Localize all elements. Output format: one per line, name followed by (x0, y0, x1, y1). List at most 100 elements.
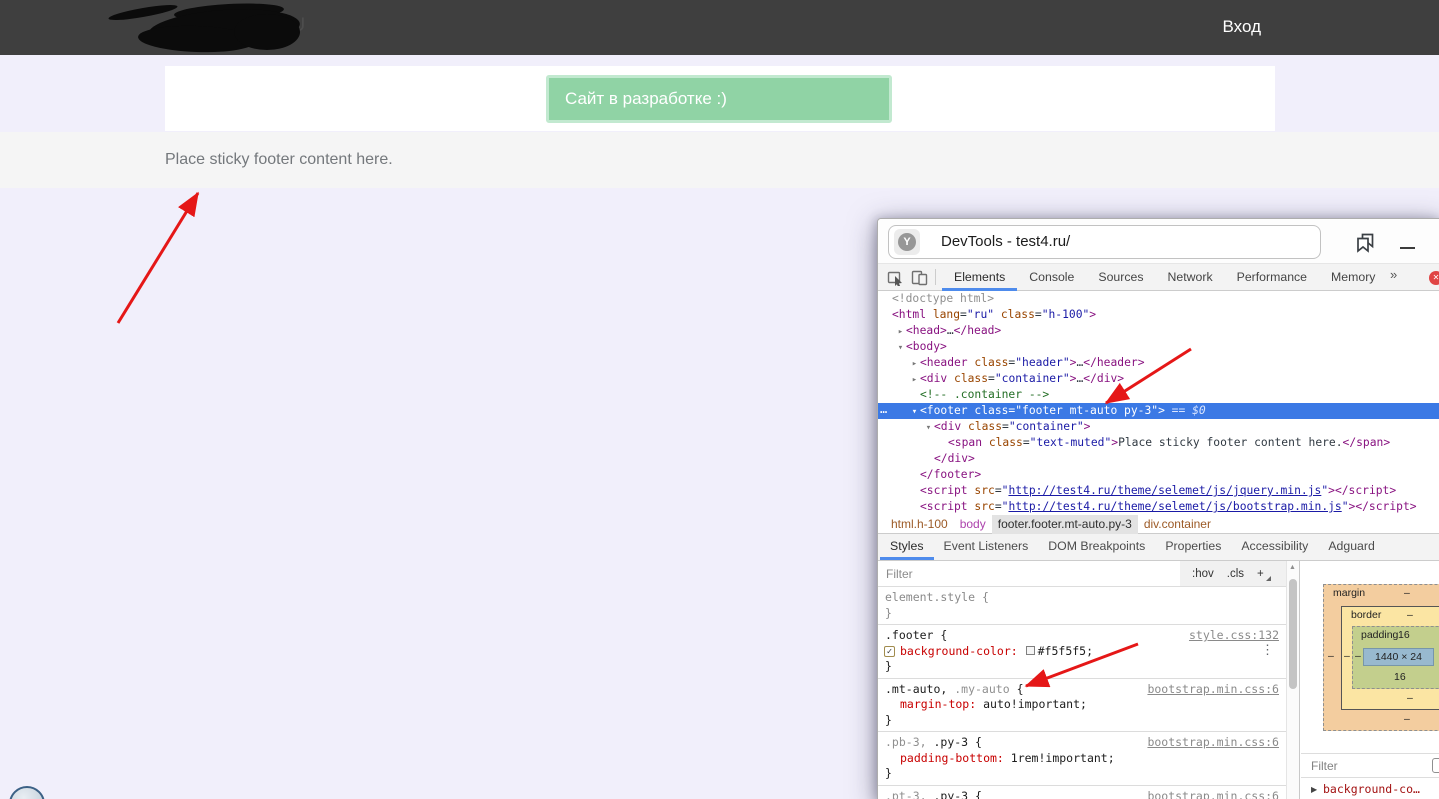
inspect-element-icon[interactable] (887, 269, 904, 286)
dom-tree-row[interactable]: …▾<footer class="footer mt-auto py-3"> =… (878, 403, 1439, 419)
property-name: margin-top: (900, 697, 983, 711)
box-model-content[interactable]: 1440 × 24 (1363, 648, 1434, 666)
sidebar-tab-event-listeners[interactable]: Event Listeners (934, 534, 1039, 560)
login-link[interactable]: Вход (1223, 17, 1261, 37)
code-link[interactable]: http://test4.ru/theme/selemet/js/jquery.… (1008, 484, 1321, 497)
open-brace: { (975, 735, 982, 749)
computed-checkbox[interactable] (1432, 758, 1439, 773)
color-swatch[interactable] (1026, 646, 1035, 655)
padding-bottom-value: 16 (1394, 671, 1406, 683)
code-attr: class (961, 420, 1002, 433)
error-count-badge[interactable]: ✕ (1429, 271, 1439, 285)
sidebar-tab-accessibility[interactable]: Accessibility (1231, 534, 1318, 560)
tab-network[interactable]: Network (1156, 264, 1225, 291)
code-tag: > (1089, 308, 1096, 321)
code-tag: <script (920, 500, 968, 513)
style-property[interactable]: ✓background-color: #f5f5f5; (878, 644, 1287, 660)
device-toolbar-icon[interactable] (911, 269, 928, 286)
rule-menu-icon[interactable]: ⋮ (1261, 645, 1274, 657)
property-value: auto!important; (983, 697, 1087, 711)
code-tag: </span> (1343, 436, 1391, 449)
bookmark-flag-icon[interactable] (1354, 231, 1377, 254)
dom-tree-row[interactable]: </footer> (878, 467, 1439, 483)
styles-toggle-cls[interactable]: .cls (1227, 568, 1244, 580)
dom-tree-row[interactable]: <script src="http://test4.ru/theme/selem… (878, 483, 1439, 499)
dom-tree-row[interactable]: ▾<body> (878, 339, 1439, 355)
dom-tree-row[interactable]: <script src="http://test4.ru/theme/selem… (878, 499, 1439, 515)
code-tag: <footer (920, 404, 968, 417)
stylesheet-link[interactable]: bootstrap.min.css:6 (1147, 735, 1279, 751)
dom-tree-row[interactable]: ▸<header class="header">…</header> (878, 355, 1439, 371)
tab-sources[interactable]: Sources (1086, 264, 1155, 291)
styles-toggle-[interactable]: + (1257, 568, 1264, 580)
twisty-closed-icon[interactable]: ▸ (909, 356, 920, 372)
stylesheet-link[interactable]: bootstrap.min.css:6 (1147, 682, 1279, 698)
code-link[interactable]: http://test4.ru/theme/selemet/js/bootstr… (1008, 500, 1341, 513)
border-top-value: – (1407, 609, 1413, 621)
styles-filter-input[interactable]: Filter (886, 567, 913, 581)
scrollbar-thumb[interactable] (1289, 579, 1297, 689)
code-str: "h-100" (1042, 308, 1090, 321)
dom-tree-row[interactable]: ▾<div class="container"> (878, 419, 1439, 435)
scroll-up-icon[interactable]: ▲ (1289, 564, 1296, 571)
property-checkbox[interactable]: ✓ (884, 646, 895, 657)
stylesheet-link[interactable]: style.css:132 (1189, 628, 1279, 644)
twisty-open-icon[interactable]: ▾ (895, 340, 906, 356)
tab-memory[interactable]: Memory (1319, 264, 1387, 291)
dom-tree-row[interactable]: ▸<head>…</head> (878, 323, 1439, 339)
rule-selector[interactable]: .pb-3, .py-3 {bootstrap.min.css:6 (878, 735, 1287, 751)
open-brace: { (1017, 682, 1024, 696)
styles-toggle-hov[interactable]: :hov (1192, 568, 1214, 580)
dom-tree-row[interactable]: <!-- .container --> (878, 387, 1439, 403)
dom-tree-row[interactable]: <span class="text-muted">Place sticky fo… (878, 435, 1439, 451)
twisty-closed-icon[interactable]: ▸ (909, 372, 920, 388)
code-plain: = (995, 500, 1002, 513)
rule-selector[interactable]: .footer {style.css:132 (878, 628, 1287, 644)
minimize-button[interactable] (1400, 247, 1415, 249)
breadcrumb-item[interactable]: body (954, 515, 992, 534)
twisty-open-icon[interactable]: ▾ (909, 404, 920, 420)
row-gutter-dots-icon[interactable]: … (880, 401, 886, 417)
more-tabs-icon[interactable]: » (1390, 267, 1397, 282)
sidebar-tab-styles[interactable]: Styles (880, 534, 934, 560)
toolbar-separator (935, 269, 936, 285)
tab-performance[interactable]: Performance (1225, 264, 1319, 291)
tab-console[interactable]: Console (1017, 264, 1086, 291)
dom-tree-row[interactable]: <html lang="ru" class="h-100"> (878, 307, 1439, 323)
expand-arrow-icon[interactable]: ▶ (1311, 785, 1317, 794)
dom-tree-row[interactable]: ▸<div class="container">…</div> (878, 371, 1439, 387)
stylesheet-link[interactable]: bootstrap.min.css:6 (1147, 789, 1279, 799)
style-property[interactable]: margin-top: auto!important; (878, 697, 1287, 713)
twisty-closed-icon[interactable]: ▸ (895, 324, 906, 340)
sidebar-tab-adguard[interactable]: Adguard (1318, 534, 1385, 560)
rule-selector[interactable]: .pt-3, .py-3 {bootstrap.min.css:6 (878, 789, 1287, 799)
sidebar-tab-dom-breakpoints[interactable]: DOM Breakpoints (1038, 534, 1155, 560)
styles-filter-row: Filter :hov .cls + (878, 561, 1287, 587)
margin-bottom-value: – (1404, 713, 1410, 725)
selector-part: .pb-3, (885, 735, 927, 749)
dom-tree-row[interactable]: <!doctype html> (878, 291, 1439, 307)
devtools-title-pill: Y DevTools - test4.ru/ (888, 225, 1321, 259)
computed-property-row[interactable]: ▶ background-co… (1301, 777, 1439, 799)
style-rule: .mt-auto, .my-auto {bootstrap.min.css:6m… (878, 679, 1287, 733)
breadcrumb-item[interactable]: html.h-100 (885, 515, 954, 534)
computed-filter-input[interactable]: Filter (1311, 759, 1338, 773)
dom-tree-row[interactable]: </div> (878, 451, 1439, 467)
rule-selector[interactable]: .mt-auto, .my-auto {bootstrap.min.css:6 (878, 682, 1287, 698)
breadcrumb-item[interactable]: footer.footer.mt-auto.py-3 (992, 515, 1138, 534)
property-name: padding-bottom: (900, 751, 1011, 765)
code-plain: = (988, 372, 995, 385)
border-bottom-value: – (1407, 692, 1413, 704)
tab-elements[interactable]: Elements (942, 264, 1017, 291)
rule-selector[interactable]: element.style { (878, 590, 1287, 606)
breadcrumb-item[interactable]: div.container (1138, 515, 1217, 534)
twisty-open-icon[interactable]: ▾ (923, 420, 934, 436)
code-attr: class (982, 436, 1023, 449)
style-property[interactable]: padding-bottom: 1rem!important; (878, 751, 1287, 767)
styles-scrollbar[interactable]: ▲ (1286, 561, 1299, 799)
code-tag: </div> (1083, 372, 1124, 385)
site-logo-redacted: WAPLEX.RU (138, 2, 313, 54)
corner-widget-button[interactable] (9, 786, 45, 799)
sidebar-tab-properties[interactable]: Properties (1155, 534, 1231, 560)
code-tag: <span (948, 436, 982, 449)
